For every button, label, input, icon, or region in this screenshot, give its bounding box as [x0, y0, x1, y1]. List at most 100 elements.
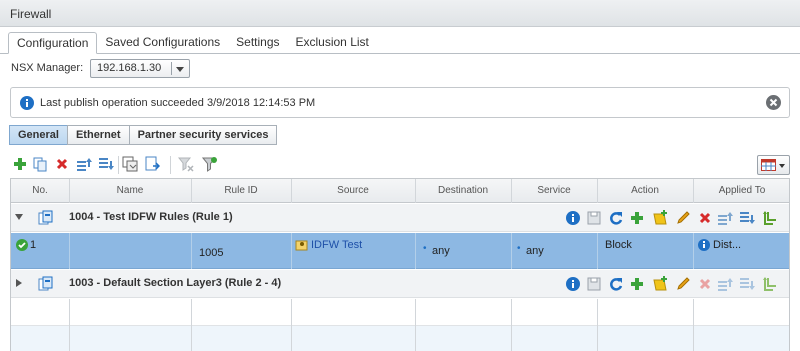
delete-icon[interactable] [697, 276, 713, 292]
firewall-rules-grid: No. Name Rule ID Source Destination Serv… [10, 178, 790, 351]
column-divider [693, 179, 694, 203]
rule-id: 1005 [199, 247, 224, 259]
tab-exclusion-list[interactable]: Exclusion List [288, 32, 377, 54]
save-icon[interactable] [586, 276, 602, 292]
column-header-rule-id[interactable]: Rule ID [191, 185, 291, 196]
delete-icon[interactable] [54, 156, 70, 172]
subtab-ethernet[interactable]: Ethernet [66, 125, 130, 145]
columns-icon [761, 159, 776, 171]
add-section-icon[interactable] [652, 276, 668, 292]
column-header-source[interactable]: Source [291, 185, 415, 196]
tab-settings[interactable]: Settings [228, 32, 287, 54]
subtab-general[interactable]: General [9, 125, 68, 145]
rule-row-selected[interactable]: 1 1005 IDFW Test • any • any Block Dist.… [11, 233, 789, 269]
nsx-manager-select[interactable]: 192.168.1.30 [90, 59, 190, 78]
rule-cell-name[interactable] [69, 233, 191, 269]
bullet-icon: • [517, 243, 521, 254]
info-icon [20, 96, 34, 110]
delete-icon[interactable] [697, 210, 713, 226]
refresh-icon[interactable] [608, 210, 624, 226]
column-header-no[interactable]: No. [11, 185, 69, 196]
rule-type-tabs: General Ethernet Partner security servic… [9, 125, 278, 145]
rule-applied-to: Dist... [713, 239, 742, 251]
move-down-icon[interactable] [739, 210, 755, 226]
column-header-applied-to[interactable]: Applied To [693, 185, 789, 196]
add-section-icon[interactable] [652, 210, 668, 226]
column-header-name[interactable]: Name [69, 185, 191, 196]
rule-cell-applied-to[interactable]: Dist... [693, 233, 789, 269]
move-up-icon[interactable] [76, 156, 92, 172]
save-icon[interactable] [586, 210, 602, 226]
info-icon[interactable] [565, 210, 581, 226]
grid-header: No. Name Rule ID Source Destination Serv… [11, 179, 789, 203]
move-up-icon[interactable] [717, 210, 733, 226]
column-header-destination[interactable]: Destination [415, 185, 511, 196]
window-title-bar: Firewall [0, 0, 800, 27]
section-row[interactable]: 1004 - Test IDFW Rules (Rule 1) [11, 204, 789, 232]
edit-icon[interactable] [675, 276, 691, 292]
merge-section-icon[interactable] [761, 210, 777, 226]
cell-divider [69, 233, 70, 269]
rule-service: any [526, 245, 544, 257]
edit-icon[interactable] [675, 210, 691, 226]
column-divider [415, 179, 416, 203]
section-title: 1004 - Test IDFW Rules (Rule 1) [69, 211, 233, 223]
rule-cell-action[interactable]: Block [597, 233, 693, 269]
export-icon[interactable] [144, 156, 160, 172]
rule-cell-service[interactable]: • any [511, 233, 597, 269]
publish-status-message: Last publish operation succeeded 3/9/201… [40, 97, 316, 109]
empty-row [11, 299, 789, 326]
collapse-triangle-icon[interactable] [15, 213, 23, 221]
column-divider [69, 179, 70, 203]
cell-divider [191, 233, 192, 269]
rule-number: 1 [30, 239, 37, 251]
column-divider [191, 179, 192, 203]
expand-triangle-icon[interactable] [15, 279, 23, 287]
column-header-service[interactable]: Service [511, 185, 597, 196]
close-icon[interactable] [766, 95, 781, 110]
rule-cell-source[interactable]: IDFW Test [291, 233, 415, 269]
info-icon[interactable] [565, 276, 581, 292]
select-separator [171, 62, 172, 75]
column-header-action[interactable]: Action [597, 185, 693, 196]
move-down-icon[interactable] [98, 156, 114, 172]
move-up-icon[interactable] [717, 276, 733, 292]
column-divider [511, 179, 512, 203]
column-divider [291, 179, 292, 203]
copy-icon[interactable] [32, 156, 48, 172]
security-group-icon [295, 240, 308, 251]
toolbar-separator [118, 156, 119, 174]
rule-source[interactable]: IDFW Test [311, 239, 362, 251]
rule-cell-destination[interactable]: • any [415, 233, 511, 269]
filter-clear-icon[interactable] [178, 156, 194, 172]
merge-section-icon[interactable] [761, 276, 777, 292]
rules-toolbar [10, 154, 790, 176]
filter-icon[interactable] [202, 156, 218, 172]
section-row[interactable]: 1003 - Default Section Layer3 (Rule 2 - … [11, 270, 789, 298]
column-divider [191, 299, 192, 351]
main-tabs: Configuration Saved Configurations Setti… [8, 32, 377, 54]
column-divider [693, 299, 694, 351]
rule-destination: any [432, 245, 450, 257]
section-title: 1003 - Default Section Layer3 (Rule 2 - … [69, 277, 282, 289]
chevron-down-icon [779, 164, 785, 168]
column-divider [597, 299, 598, 351]
publish-changes-icon[interactable] [122, 156, 138, 172]
add-rule-icon[interactable] [629, 210, 645, 226]
cell-divider [693, 233, 694, 269]
cell-divider [511, 233, 512, 269]
column-divider [415, 299, 416, 351]
tab-saved-configurations[interactable]: Saved Configurations [97, 32, 228, 54]
enabled-check-icon[interactable] [16, 239, 28, 251]
subtab-partner-security-services[interactable]: Partner security services [128, 125, 278, 145]
add-rule-icon[interactable] [12, 156, 28, 172]
rule-action: Block [605, 239, 632, 251]
refresh-icon[interactable] [608, 276, 624, 292]
add-rule-icon[interactable] [629, 276, 645, 292]
nsx-manager-value: 192.168.1.30 [97, 62, 162, 74]
move-down-icon[interactable] [739, 276, 755, 292]
column-divider [597, 179, 598, 203]
column-chooser-button[interactable] [757, 155, 790, 175]
info-icon[interactable] [698, 239, 710, 251]
tab-configuration[interactable]: Configuration [8, 32, 98, 54]
